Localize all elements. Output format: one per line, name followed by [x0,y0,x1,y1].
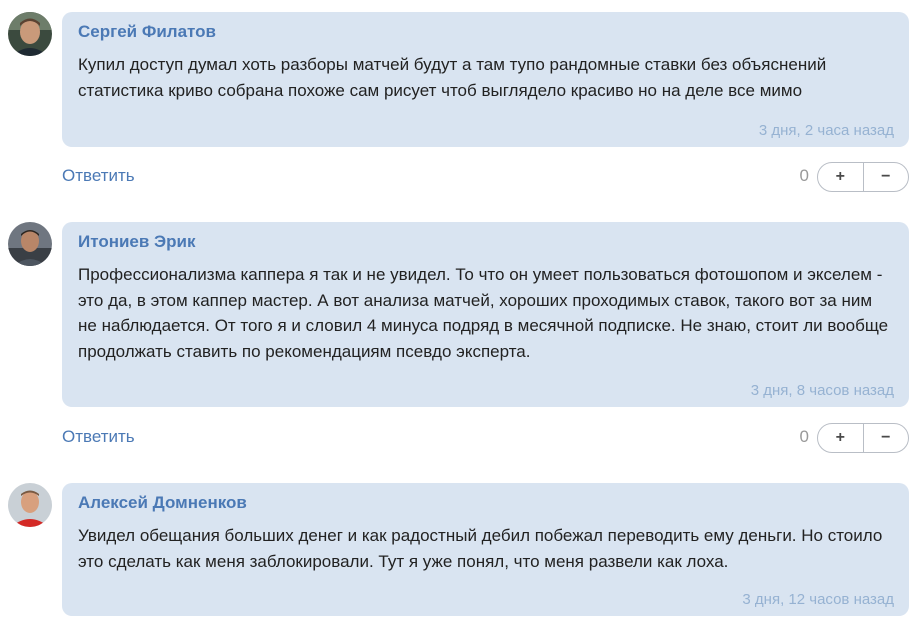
comment-author[interactable]: Сергей Филатов [78,22,216,42]
comment-text: Купил доступ думал хоть разборы матчей б… [78,55,827,100]
comment-bubble: Алексей Домненков Увидел обещания больши… [62,483,909,616]
comment-text: Увидел обещания больших денег и как радо… [78,526,883,571]
downvote-button[interactable]: − [862,424,909,452]
user-photo-icon [8,222,52,266]
reply-link[interactable]: Ответить [62,427,135,447]
vote-control: + − [817,162,909,192]
comment-timestamp: 3 дня, 12 часов назад [742,591,894,608]
comment-author[interactable]: Итониев Эрик [78,232,196,252]
avatar[interactable] [8,483,52,527]
downvote-button[interactable]: − [862,163,909,191]
comment-actions: Ответить 0 + − [62,423,909,453]
avatar[interactable] [8,12,52,56]
upvote-button[interactable]: + [818,163,863,191]
comment-author[interactable]: Алексей Домненков [78,493,247,513]
comment-text: Профессионализма каппера я так и не увид… [78,265,889,361]
comment-timestamp: 3 дня, 8 часов назад [750,382,894,399]
comment-bubble: Сергей Филатов Купил доступ думал хоть р… [62,12,909,147]
vote-score: 0 [799,427,809,446]
reply-link[interactable]: Ответить [62,166,135,186]
user-photo-icon [8,483,52,527]
user-photo-icon [8,12,52,56]
avatar[interactable] [8,222,52,266]
upvote-button[interactable]: + [818,424,863,452]
comment-timestamp: 3 дня, 2 часа назад [758,122,894,139]
comment-bubble: Итониев Эрик Профессионализма каппера я … [62,222,909,407]
vote-control: + − [817,423,909,453]
comment-actions: Ответить 0 + − [62,162,909,192]
vote-score: 0 [799,166,809,185]
